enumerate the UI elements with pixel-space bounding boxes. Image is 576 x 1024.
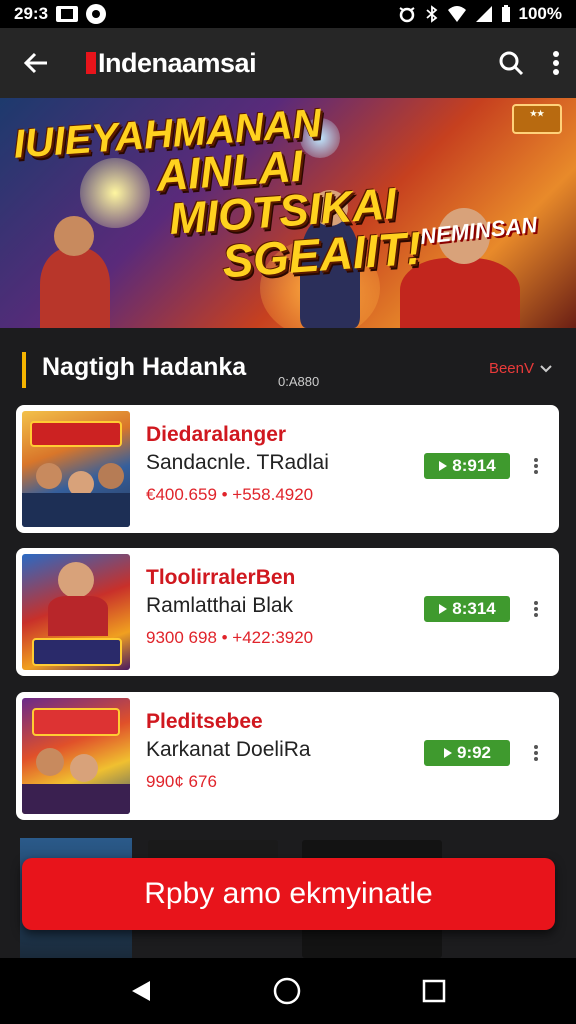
square-recents-icon[interactable] (422, 979, 446, 1003)
headline-line-4: SGEAIIT! (220, 221, 424, 288)
more-vertical-icon (534, 458, 538, 474)
price-label: 9:92 (456, 743, 492, 762)
sort-label: BeenV (488, 360, 534, 377)
status-bar: 29:3 100% (0, 0, 576, 28)
game-subtitle: Ramlatthai Blak (146, 594, 294, 617)
thumbnail-face (98, 463, 124, 489)
event-badge-icon: ★★ (512, 104, 562, 134)
game-title: Pleditsebee (146, 710, 263, 733)
section-accent-bar (22, 352, 26, 388)
system-nav-bar (0, 958, 576, 1024)
primary-cta-button[interactable]: Rpby amo ekmyinatle (22, 858, 555, 930)
notification-icon (56, 6, 79, 22)
more-vertical-icon[interactable] (552, 50, 560, 76)
battery-icon (501, 5, 510, 22)
play-icon (439, 604, 448, 614)
status-time: 29:3 (14, 4, 49, 23)
section-header: Nagtigh Hadanka 0:A880 BeenV (0, 340, 576, 396)
game-meta: 990¢ 676 (146, 772, 217, 791)
item-menu-button[interactable] (526, 738, 546, 768)
game-thumbnail (22, 411, 130, 527)
circle-home-icon[interactable] (273, 977, 301, 1005)
list-item[interactable]: Diedaralanger Sandacnle. TRadlai €400.65… (16, 405, 559, 533)
app-bar-actions (498, 50, 560, 76)
back-button[interactable] (16, 43, 56, 83)
thumbnail-logo (32, 708, 120, 736)
thumbnail-logo (32, 638, 122, 666)
section-count: 0:A880 (278, 374, 320, 389)
wifi-icon (447, 6, 466, 22)
more-vertical-icon (534, 601, 538, 617)
battery-level: 100% (518, 4, 562, 23)
list-item[interactable]: Pleditsebee Karkanat DoeliRa 990¢ 676 9:… (16, 692, 559, 820)
sort-dropdown[interactable]: BeenV (489, 360, 552, 377)
play-icon (443, 748, 452, 758)
game-subtitle: Karkanat DoeliRa (146, 738, 311, 761)
section-title: Nagtigh Hadanka (42, 353, 247, 381)
game-meta: €400.659 • +558.4920 (146, 485, 314, 504)
game-meta: 9300 698 • +422:3920 (146, 628, 314, 647)
thumbnail-bodies (22, 784, 130, 814)
app-screen: 29:3 100% Indenaamsai ★★ IUIEYAHMANAN AI… (0, 0, 576, 1024)
price-button[interactable]: 8:314 (424, 596, 510, 622)
app-title-text: Indenaamsai (98, 47, 257, 78)
record-icon (86, 4, 107, 24)
bluetooth-icon (425, 5, 437, 23)
arrow-left-icon (23, 52, 47, 74)
item-menu-button[interactable] (526, 594, 546, 624)
banner-headline: IUIEYAHMANAN AINLAI MIOTSIKAI SGEAIIT! (12, 100, 424, 299)
brand-mark-icon (86, 52, 96, 74)
price-label: 8:314 (452, 599, 496, 618)
price-label: 8:914 (452, 456, 496, 475)
thumbnail-face (36, 463, 62, 489)
list-item[interactable]: TloolirralerBen Ramlatthai Blak 9300 698… (16, 548, 559, 676)
price-button[interactable]: 8:914 (424, 453, 510, 479)
thumbnail-face (58, 562, 94, 598)
search-icon[interactable] (498, 50, 524, 76)
game-thumbnail (22, 698, 130, 814)
thumbnail-bodies (22, 493, 130, 527)
hero-banner[interactable]: ★★ IUIEYAHMANAN AINLAI MIOTSIKAI SGEAIIT… (0, 98, 576, 328)
status-right: 100% (397, 4, 562, 24)
game-thumbnail (22, 554, 130, 670)
more-vertical-icon (534, 745, 538, 761)
app-title: Indenaamsai (86, 47, 257, 79)
game-subtitle: Sandacnle. TRadlai (146, 451, 329, 474)
thumbnail-body (48, 596, 108, 636)
thumbnail-face (70, 754, 98, 782)
signal-icon (475, 6, 492, 22)
thumbnail-logo (30, 421, 122, 447)
game-title: TloolirralerBen (146, 566, 296, 589)
alarm-icon (398, 7, 415, 23)
app-bar: Indenaamsai (0, 28, 576, 98)
price-button[interactable]: 9:92 (424, 740, 510, 766)
play-icon (439, 461, 448, 471)
triangle-back-icon[interactable] (130, 979, 152, 1003)
game-title: Diedaralanger (146, 423, 287, 446)
status-left: 29:3 (14, 4, 107, 24)
chevron-down-icon (540, 364, 552, 372)
thumbnail-face (36, 748, 64, 776)
item-menu-button[interactable] (526, 451, 546, 481)
